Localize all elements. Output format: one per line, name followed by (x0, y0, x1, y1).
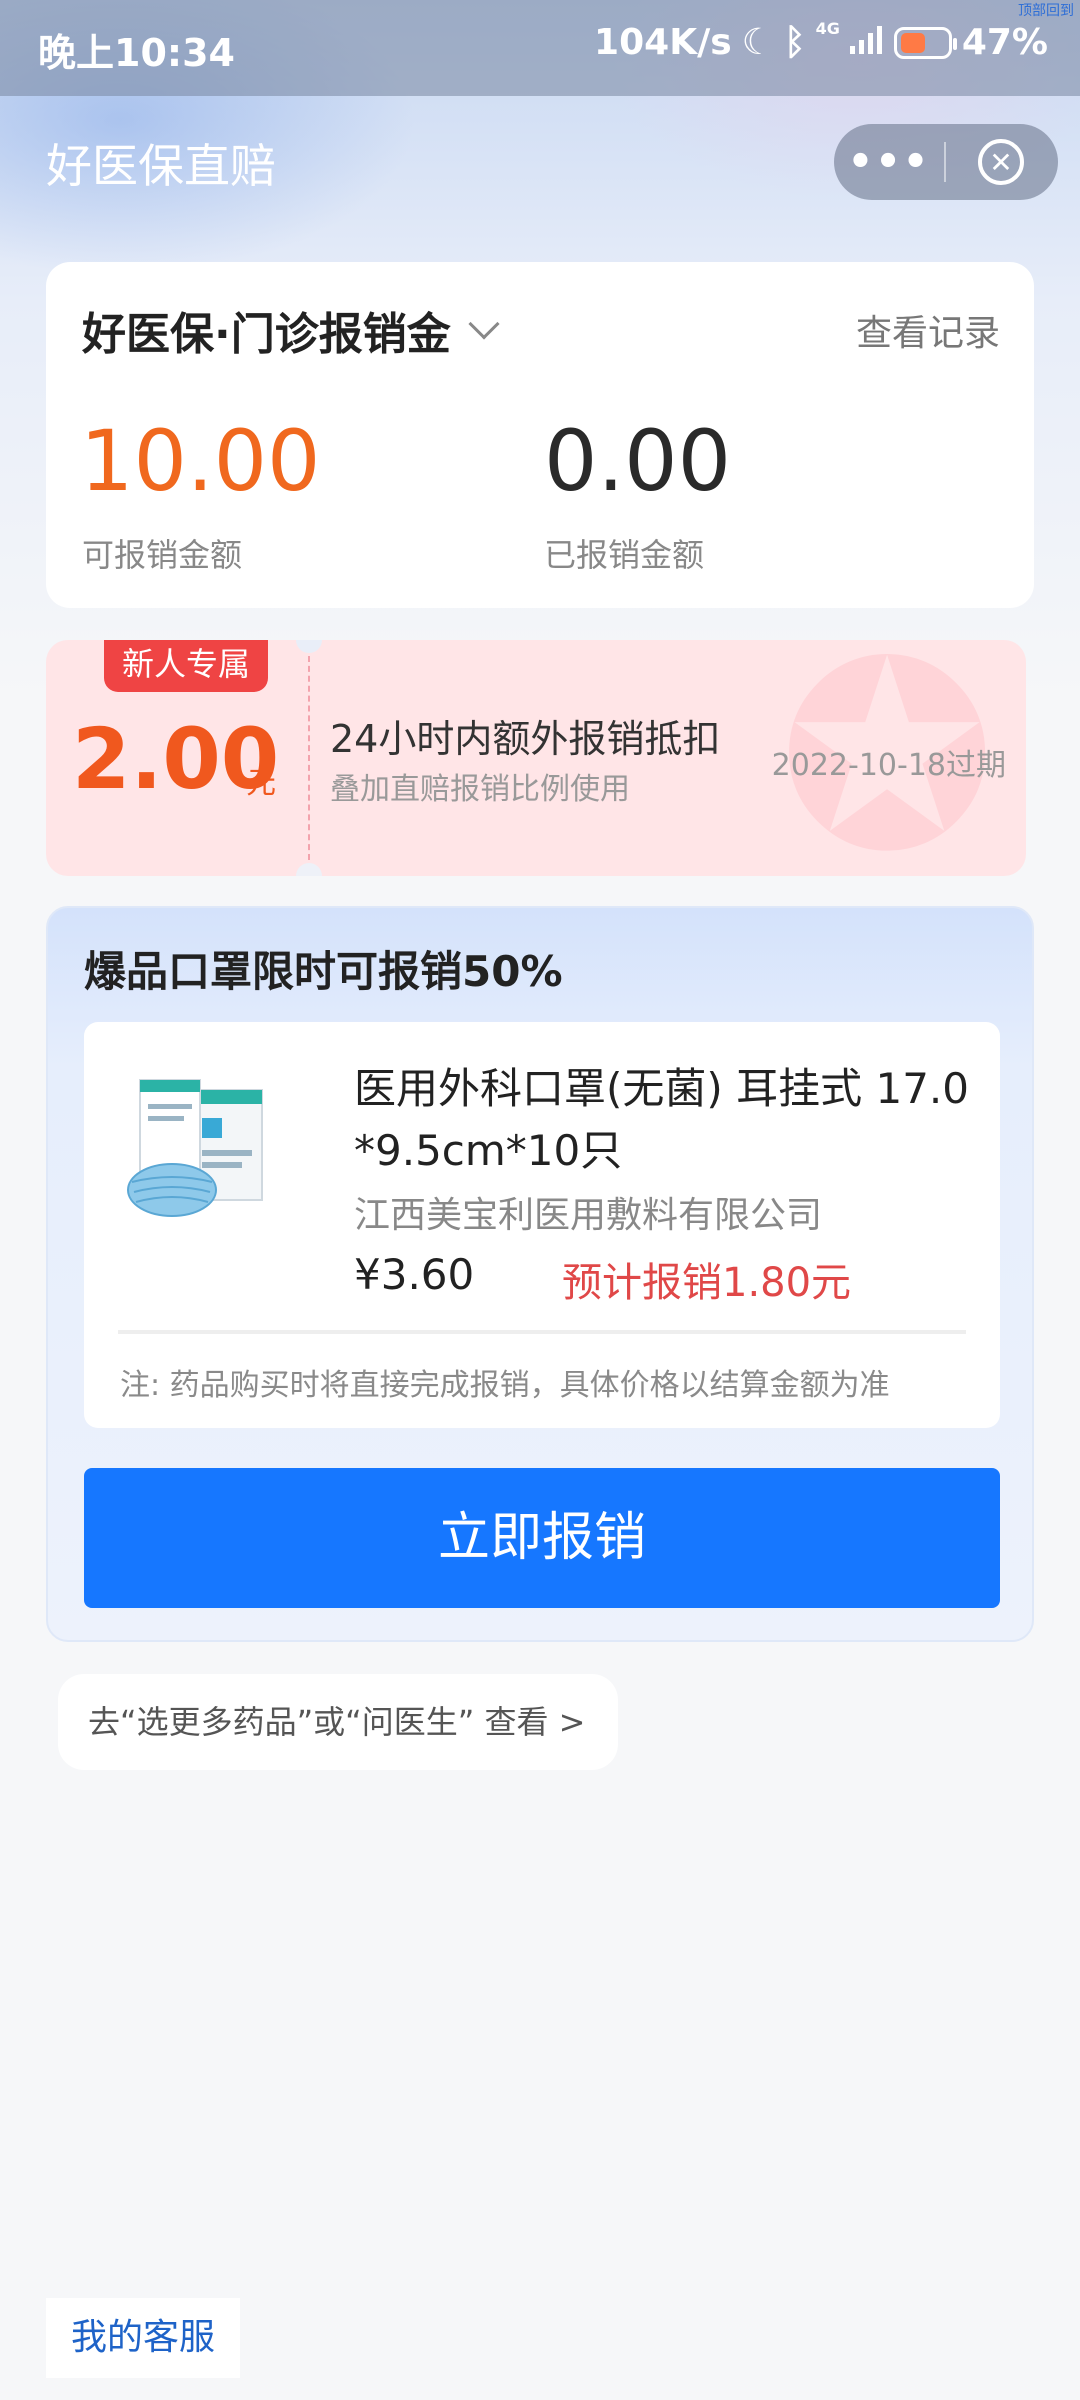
network-type: 4G (815, 19, 840, 38)
balance-card: 好医保·门诊报销金 查看记录 10.00 0.00 可报销金额 已报销金额 (46, 262, 1034, 608)
view-records-link[interactable]: 查看记录 (856, 304, 1000, 356)
signal-icon (849, 22, 884, 63)
page-title: 好医保直赔 (46, 139, 276, 193)
new-user-badge: 新人专属 (104, 640, 269, 692)
promo-panel: 爆品口罩限时可报销50% 医用外科口罩(无菌) 耳挂式 17.0 *9.5cm*… (46, 906, 1034, 1642)
coupon-unit: 元 (246, 766, 276, 801)
watermark-text: 顶部回到 (1018, 3, 1074, 19)
balance-title: 好医保·门诊报销金 (82, 309, 451, 360)
divider (118, 1330, 966, 1334)
product-price: ¥3.60 (354, 1250, 475, 1299)
available-label: 可报销金额 (82, 536, 243, 574)
estimated-reimbursement: 预计报销1.80元 (562, 1260, 852, 1306)
available-amount: 10.00 (80, 412, 321, 510)
coupon-title: 24小时内额外报销抵扣 (330, 717, 721, 761)
more-medicine-link[interactable]: 去“选更多药品”或“问医生” 查看 > (58, 1674, 618, 1770)
status-time: 晚上10:34 (38, 31, 235, 75)
coupon-notch (296, 863, 322, 876)
product-manufacturer: 江西美宝利医用敷料有限公司 (354, 1195, 823, 1236)
balance-selector[interactable]: 好医保·门诊报销金 (82, 298, 500, 362)
close-button[interactable]: ✕ (978, 139, 1024, 185)
coupon-subtitle: 叠加直赔报销比例使用 (330, 772, 630, 807)
product-name: 医用外科口罩(无菌) 耳挂式 17.0 *9.5cm*10只 (354, 1064, 969, 1175)
coupon-card[interactable]: ✪ 新人专属 2.00 元 24小时内额外报销抵扣 叠加直赔报销比例使用 202… (46, 640, 1026, 876)
moon-icon: ☾ (741, 22, 774, 63)
page: 晚上10:34 104K/s ☾ ᛒ 4G 47% 顶部回到 好医保直赔 •••… (0, 0, 1080, 2400)
mask-product-image (127, 1079, 263, 1217)
coupon-expiry: 2022-10-18过期 (771, 748, 1006, 783)
bluetooth-icon: ᛒ (783, 22, 806, 63)
battery-icon (893, 26, 957, 59)
customer-service-button[interactable]: 我的客服 (46, 2298, 240, 2378)
reimburse-now-button[interactable]: 立即报销 (84, 1468, 1000, 1608)
status-indicators: 104K/s ☾ ᛒ 4G 47% (594, 19, 1048, 63)
promo-title: 爆品口罩限时可报销50% (84, 947, 563, 996)
miniapp-capsule: ••• ✕ (834, 124, 1058, 200)
more-menu-button[interactable]: ••• (834, 124, 944, 200)
battery-level: 47% (961, 22, 1048, 63)
coupon-notch (296, 640, 322, 653)
product-card[interactable]: 医用外科口罩(无菌) 耳挂式 17.0 *9.5cm*10只 江西美宝利医用敷料… (84, 1022, 1000, 1428)
product-note: 注: 药品购买时将直接完成报销，具体价格以结算金额为准 (120, 1368, 890, 1403)
claimed-label: 已报销金额 (544, 536, 705, 574)
status-bar: 晚上10:34 104K/s ☾ ᛒ 4G 47% 顶部回到 (0, 0, 1080, 96)
claimed-amount: 0.00 (544, 412, 732, 510)
chevron-down-icon (468, 308, 500, 340)
network-speed: 104K/s (594, 22, 732, 63)
coupon-divider (308, 656, 310, 860)
capsule-divider (944, 142, 946, 182)
